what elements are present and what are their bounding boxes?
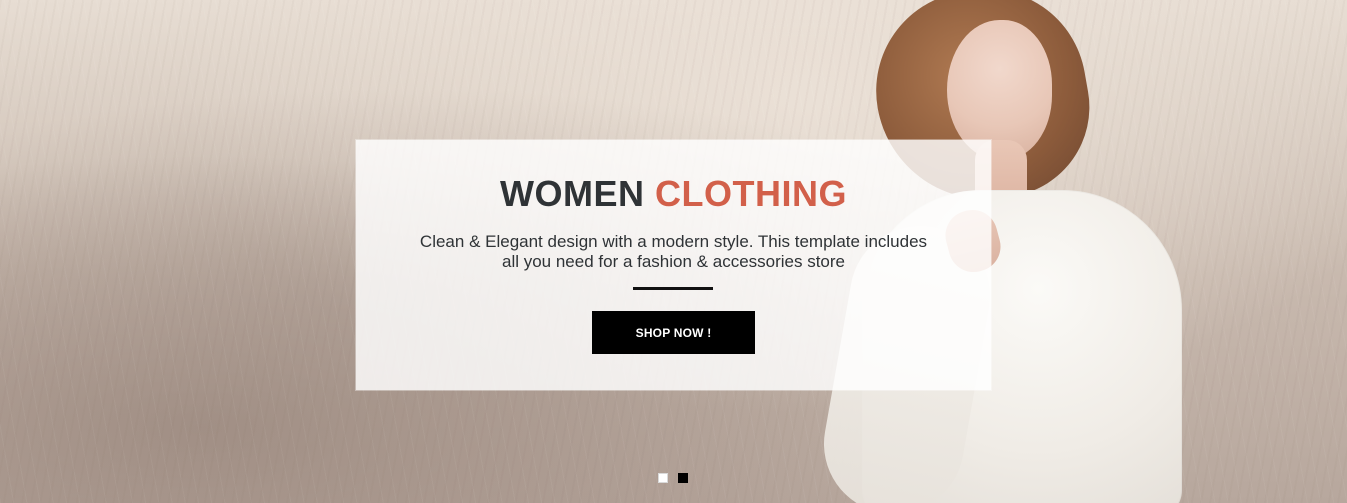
carousel-pagination bbox=[658, 473, 688, 483]
hero-title-word-1: WOMEN bbox=[500, 173, 645, 214]
hero-description: Clean & Elegant design with a modern sty… bbox=[382, 232, 965, 272]
hero-description-line-1: Clean & Elegant design with a modern sty… bbox=[419, 232, 928, 251]
model-face bbox=[947, 20, 1052, 160]
hero-title: WOMEN CLOTHING bbox=[356, 172, 991, 216]
shop-now-button[interactable]: SHOP NOW ! bbox=[592, 311, 755, 354]
hero-text-panel: WOMEN CLOTHING Clean & Elegant design wi… bbox=[356, 140, 991, 390]
hero-slider: WOMEN CLOTHING Clean & Elegant design wi… bbox=[0, 0, 1347, 503]
carousel-dot-2[interactable] bbox=[678, 473, 688, 483]
hero-description-line-2: all you need for a fashion & accessories… bbox=[501, 252, 846, 271]
hero-title-word-2: CLOTHING bbox=[655, 173, 847, 214]
divider bbox=[633, 287, 713, 290]
carousel-dot-1[interactable] bbox=[658, 473, 668, 483]
